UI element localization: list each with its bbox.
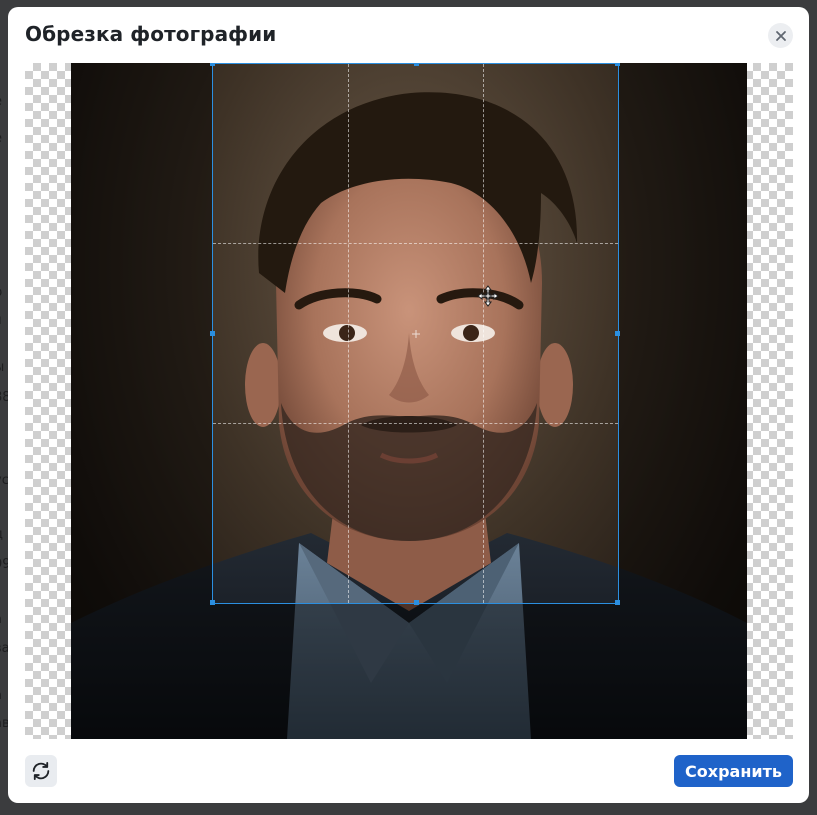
move-cursor-icon [477,285,499,307]
close-icon [775,30,786,41]
crop-handle-top-left[interactable] [210,63,215,66]
crop-canvas[interactable] [25,63,793,739]
crop-handle-top[interactable] [414,63,419,66]
reset-button[interactable] [25,755,57,787]
crop-mask-bottom [212,604,619,739]
save-button[interactable]: Сохранить [674,755,793,787]
rotate-reset-icon [32,762,50,780]
crop-handle-top-right[interactable] [615,63,620,66]
crop-photo-dialog: Обрезка фотографии Сохранить [8,7,809,803]
crop-handle-bottom-left[interactable] [210,600,215,605]
center-crosshair-icon [412,330,420,338]
grid-line [483,64,484,603]
crop-handle-left[interactable] [210,331,215,336]
crop-handle-right[interactable] [615,331,620,336]
grid-line [213,423,618,424]
crop-selection[interactable] [210,63,620,605]
grid-line [348,64,349,603]
dialog-title: Обрезка фотографии [25,22,277,46]
crop-handle-bottom[interactable] [414,600,419,605]
crop-mask-right [619,63,747,739]
grid-line [213,243,618,244]
close-button[interactable] [768,23,793,48]
crop-mask-left [71,63,212,739]
crop-handle-bottom-right[interactable] [615,600,620,605]
